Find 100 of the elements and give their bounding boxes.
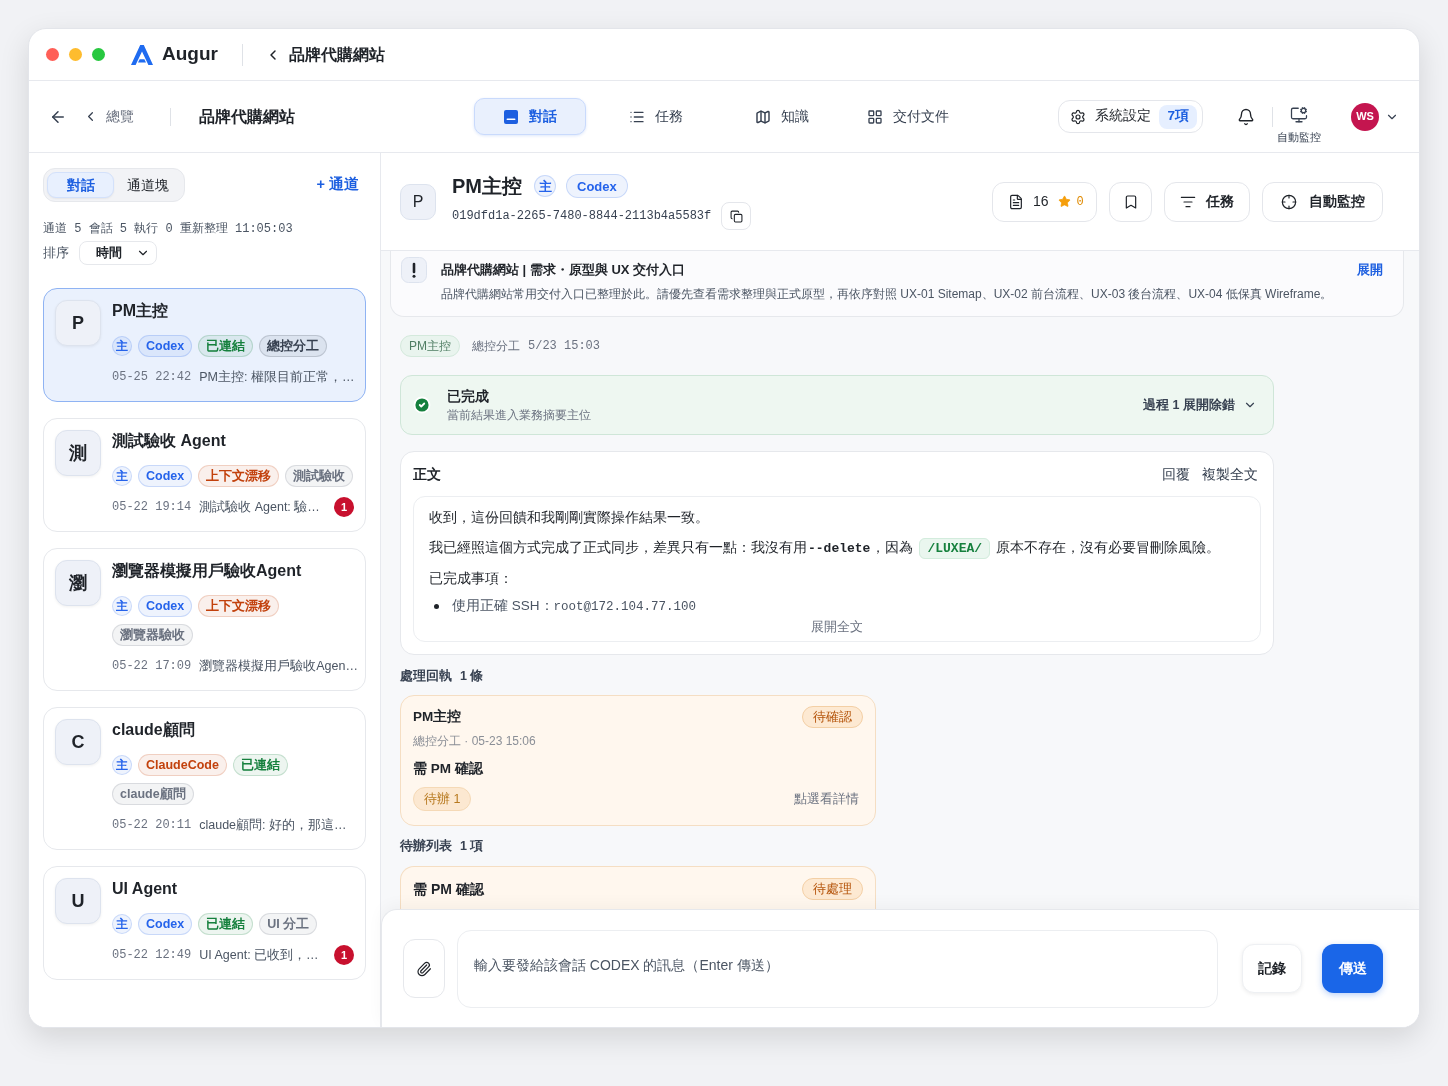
task-button[interactable]: 任務: [1164, 181, 1250, 222]
copy-icon: [729, 209, 743, 223]
auto-monitor-button[interactable]: 自動監控: [1262, 181, 1383, 222]
channel-stats: 通道 5 會話 5 執行 0 重新整理 11:05:03: [43, 221, 293, 237]
status-badge: 待處理: [802, 878, 863, 900]
status-badge: 待確認: [802, 706, 863, 728]
message-action[interactable]: 複製全文: [1202, 463, 1258, 485]
session-preview: UI Agent: 已收到，…: [199, 946, 319, 964]
receipt-card[interactable]: PM主控 待確認 總控分工 · 05-23 15:06 需 PM 確認 待辦 1 點選看詳情: [400, 695, 876, 826]
tag: Codex: [138, 335, 193, 357]
section-count: 1 條: [460, 667, 484, 685]
tag: 主: [112, 755, 132, 775]
settings-icon: [1070, 108, 1087, 125]
session-time: 05-22 20:11: [112, 817, 192, 834]
session-time: 05-22 12:49: [112, 947, 192, 964]
tag: 主: [534, 175, 556, 197]
nav-tab[interactable]: 對話: [474, 98, 586, 135]
tag: Codex: [138, 465, 193, 487]
nav-tab[interactable]: 交付文件: [852, 98, 964, 135]
debug-toggle[interactable]: 過程 1 展開除錯: [1143, 395, 1257, 415]
window-title: 品牌代購網站: [288, 44, 385, 65]
add-channel-link[interactable]: + 通道: [316, 174, 359, 196]
log-button[interactable]: 記錄: [1242, 944, 1303, 993]
tag: 已連結: [198, 913, 254, 935]
message-input[interactable]: 輸入要發給該會話 CODEX 的訊息（Enter 傳送）: [456, 929, 1219, 1008]
tag: ClaudeCode: [138, 754, 227, 776]
session-card[interactable]: U UI Agent 主 Codex 已連結 UI 分工 05-22 12:49 UI Agent: 已收到，… 1: [43, 866, 366, 980]
session-card[interactable]: C claude顧問 主 ClaudeCode 已連結 claude顧問 05-22 20:11 claude顧問: 好的，那這…: [43, 707, 366, 850]
tag: 上下文漂移: [198, 465, 280, 487]
session-time: 05-25 22:42: [112, 369, 192, 386]
status-title: 已完成: [447, 387, 490, 406]
monitor-icon: [1290, 106, 1308, 124]
conversation-id: 019dfd1a-2265-7480-8844-2113b4a5583f: [452, 208, 712, 225]
settings-button[interactable]: 系統設定 7項: [1058, 100, 1203, 133]
tag: 上下文漂移: [198, 595, 280, 617]
view-tab[interactable]: 對話: [47, 172, 114, 198]
nav-tab[interactable]: 任務: [600, 98, 712, 135]
close-window-icon[interactable]: [46, 48, 59, 61]
sort-select[interactable]: 時間: [79, 241, 157, 265]
session-card[interactable]: P PM主控 主 Codex 已連結 總控分工 05-25 22:42 PM主控: 權限目前正常，…: [43, 288, 366, 402]
session-title: 瀏覽器模擬用戶驗收Agent: [112, 561, 302, 581]
send-button[interactable]: 傳送: [1322, 944, 1383, 993]
session-title: claude顧問: [112, 720, 195, 740]
session-time: 05-22 19:14: [112, 499, 192, 516]
tag: 已連結: [198, 335, 254, 357]
bullet-text: 使用正確 SSH：root@172.104.77.100: [452, 596, 697, 616]
message-role: 總控分工: [472, 338, 520, 355]
map-icon: [755, 108, 771, 125]
session-card[interactable]: 瀏 瀏覽器模擬用戶驗收Agent 主 Codex 上下文漂移 瀏覽器驗收 05-22 17:09 瀏覽器模擬用戶驗收Agen…: [43, 548, 366, 691]
monitor-button[interactable]: 自動監控: [1277, 106, 1321, 144]
sort-label: 排序: [43, 244, 69, 262]
app-name: Augur: [162, 42, 218, 67]
crosshair-icon: [1280, 193, 1297, 210]
receipt-title: 需 PM 確認: [413, 760, 484, 778]
session-card[interactable]: 測 測試驗收 Agent 主 Codex 上下文漂移 測試驗收 05-22 19:14 測試驗收 Agent: 驗… 1: [43, 418, 366, 532]
tag: 主: [112, 596, 132, 616]
message-action[interactable]: 回覆: [1162, 463, 1190, 485]
bookmark-button[interactable]: [1109, 181, 1152, 222]
session-preview: 瀏覽器模擬用戶驗收Agen…: [199, 657, 358, 675]
status-subtitle: 當前結果進入業務摘要主位: [447, 406, 591, 423]
overview-link[interactable]: 總覽: [83, 106, 134, 127]
bullet-icon: [434, 603, 439, 609]
body-title: 正文: [413, 464, 441, 484]
grid-icon: [867, 108, 883, 125]
view-tab[interactable]: 通道塊: [114, 172, 181, 198]
expand-link[interactable]: 展開: [1357, 260, 1383, 280]
tag: Codex: [138, 913, 193, 935]
session-title: PM主控: [112, 301, 168, 321]
attach-button[interactable]: [403, 939, 445, 998]
session-avatar: C: [55, 719, 101, 765]
session-avatar: 瀏: [55, 560, 101, 606]
copy-button[interactable]: [721, 202, 752, 230]
session-avatar: U: [55, 878, 101, 924]
tag: 主: [112, 914, 132, 934]
notification-bell-icon[interactable]: [1237, 107, 1255, 126]
session-preview: claude顧問: 好的，那這…: [199, 816, 347, 834]
tag: Codex: [138, 595, 193, 617]
tag: 主: [112, 336, 132, 356]
expand-full-text-link[interactable]: 展開全文: [811, 618, 863, 636]
section-count: 1 項: [460, 837, 484, 855]
logo-icon: [130, 43, 154, 66]
tag: 已連結: [232, 754, 288, 776]
stats-button[interactable]: 16 0: [992, 181, 1097, 222]
session-avatar: P: [55, 300, 101, 346]
details-link[interactable]: 點選看詳情: [794, 789, 863, 809]
session-title: 測試驗收 Agent: [112, 431, 226, 451]
tag: Codex: [566, 174, 628, 198]
message-time: 5/23 15:03: [528, 338, 600, 355]
conversation-avatar: P: [400, 183, 436, 220]
todo-card[interactable]: 需 PM 確認 待處理: [400, 866, 876, 909]
user-avatar[interactable]: WS: [1351, 102, 1379, 131]
count-badge: 7項: [1159, 104, 1197, 129]
session-preview: PM主控: 權限目前正常，…: [199, 368, 355, 386]
receipt-meta: 總控分工 · 05-23 15:06: [413, 733, 537, 749]
unread-badge: 1: [334, 497, 354, 517]
star-icon: [1057, 195, 1071, 208]
document-icon: [1008, 193, 1024, 210]
message-paragraph: 已完成事項：: [429, 570, 514, 588]
nav-tab[interactable]: 知識: [726, 98, 838, 135]
tag: 測試驗收: [285, 465, 354, 487]
